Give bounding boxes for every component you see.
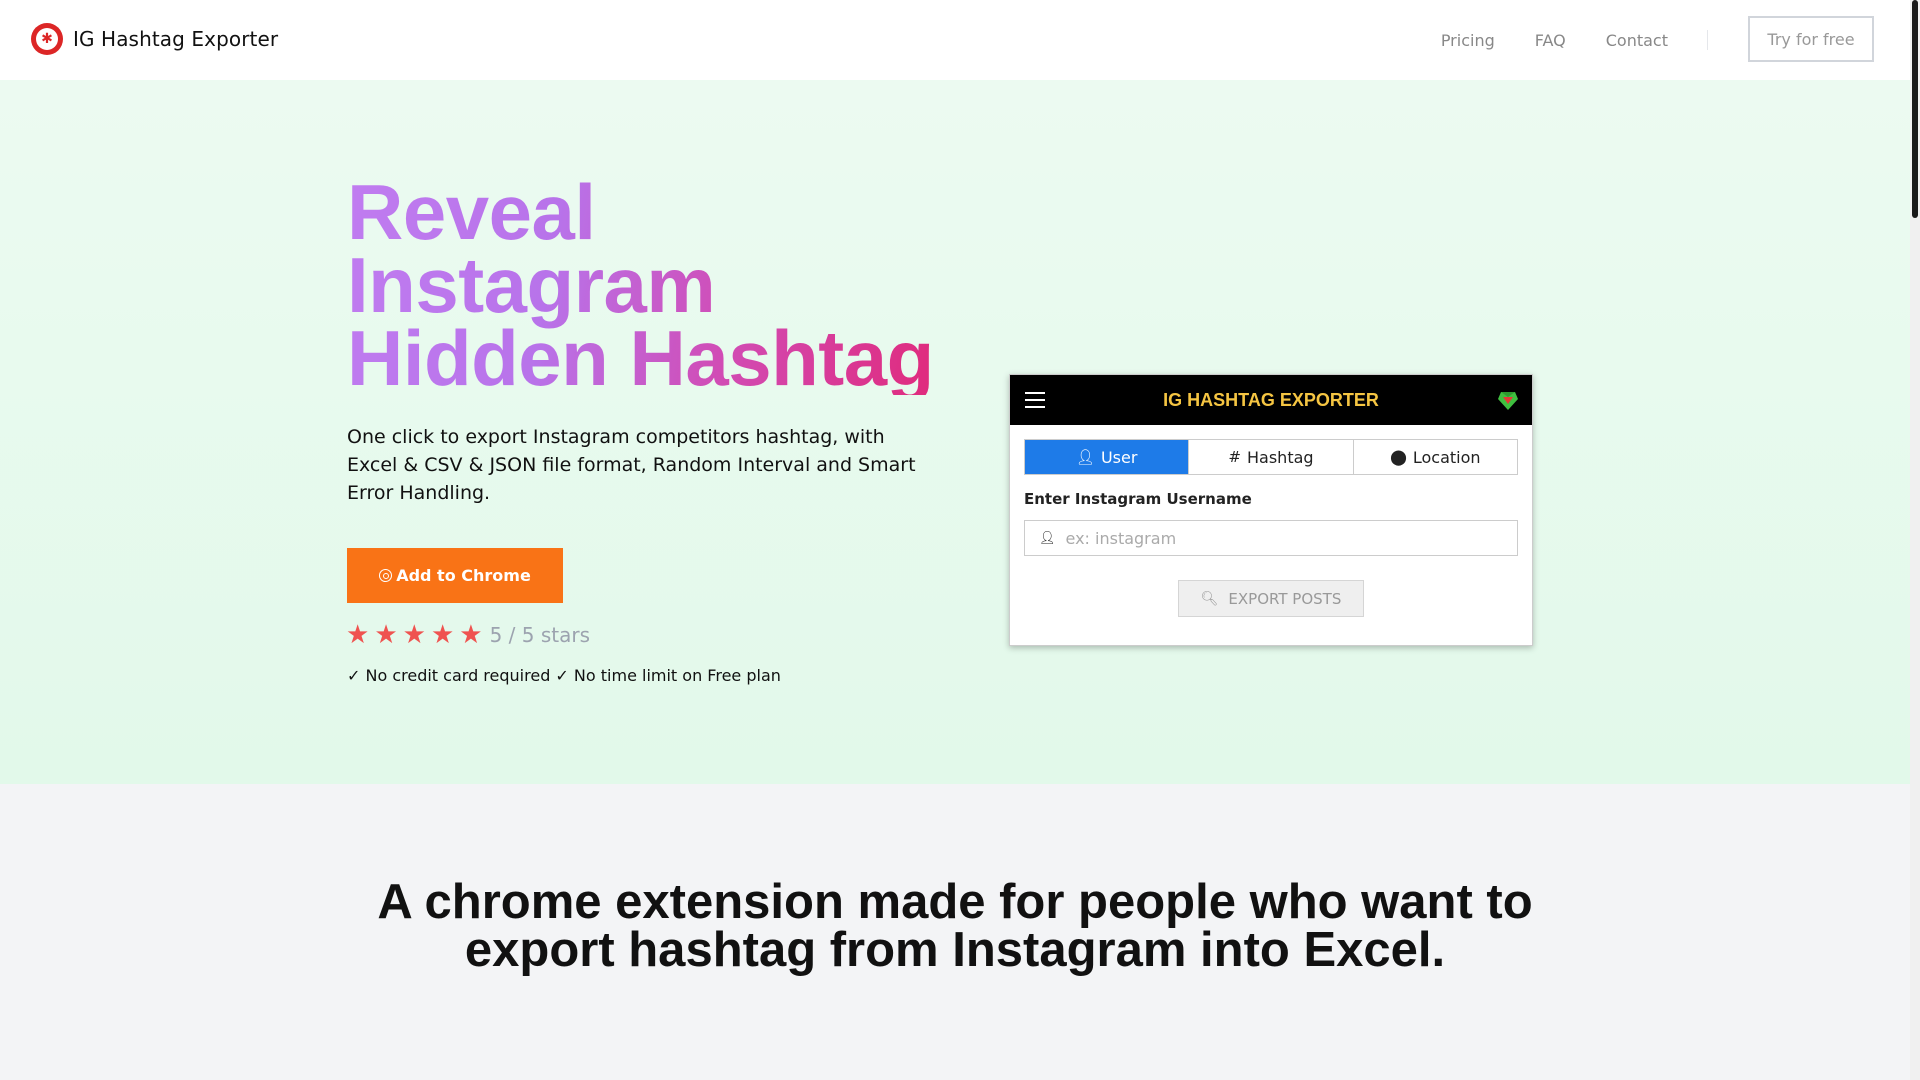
nav-link-faq[interactable]: FAQ	[1535, 31, 1566, 50]
tab-location[interactable]: ⬤ Location	[1352, 440, 1517, 474]
nav-divider	[1707, 30, 1708, 50]
hero-section: Reveal Instagram Hidden Hashtag One clic…	[0, 80, 1910, 784]
headline-line-3: Hidden Hashtag	[347, 314, 934, 402]
section-title: A chrome extension made for people who w…	[377, 875, 1533, 977]
add-to-chrome-label: Add to Chrome	[396, 566, 531, 585]
star-icon: ★	[430, 620, 455, 650]
star-icon: ★	[459, 620, 483, 650]
hashtag-icon: #	[1228, 448, 1241, 466]
widget-tabs: 👤︎ User # Hashtag ⬤ Location	[1024, 439, 1518, 475]
hero-headline: Reveal Instagram Hidden Hashtag	[347, 176, 934, 395]
brand-logo-icon: ✱	[31, 23, 63, 55]
heart-gem-icon[interactable]	[1496, 389, 1520, 411]
chrome-icon	[379, 569, 393, 582]
extension-preview: IG HASHTAG EXPORTER 👤︎ User # Hashtag ⬤ …	[1009, 374, 1533, 646]
username-label: Enter Instagram Username	[1024, 490, 1252, 508]
add-to-chrome-button[interactable]: Add to Chrome	[347, 548, 563, 603]
tab-hashtag-label: Hashtag	[1247, 447, 1314, 467]
location-pin-icon: ⬤	[1390, 448, 1407, 466]
hero-subtext: One click to export Instagram competitor…	[347, 426, 916, 504]
widget-title: IG HASHTAG EXPORTER	[1163, 389, 1379, 410]
star-icon: ★	[346, 620, 370, 650]
star-icon: ★	[374, 620, 398, 650]
person-icon: 👤︎	[1039, 530, 1056, 546]
star-rating: ★ ★ ★ ★ ★ 5 / 5 stars	[346, 622, 590, 648]
nav-link-contact[interactable]: Contact	[1606, 31, 1668, 50]
headline-line-2: Instagram	[347, 241, 716, 329]
brand-name: IG Hashtag Exporter	[73, 27, 279, 51]
rating-text: 5 / 5 stars	[489, 623, 590, 647]
page-scrollbar[interactable]	[1910, 0, 1920, 1080]
top-navbar: ✱ IG Hashtag Exporter Pricing FAQ Contac…	[0, 0, 1910, 80]
tab-location-label: Location	[1412, 447, 1481, 467]
brand[interactable]: ✱ IG Hashtag Exporter	[31, 23, 278, 55]
star-icon: ★	[402, 620, 426, 650]
nav-link-pricing[interactable]: Pricing	[1441, 31, 1495, 50]
export-posts-button[interactable]: 🔍︎ EXPORT POSTS	[1178, 580, 1364, 617]
user-icon: 👤︎	[1075, 448, 1095, 466]
hero-checks: ✓ No credit card required ✓ No time limi…	[347, 666, 781, 685]
tab-user[interactable]: 👤︎ User	[1025, 440, 1189, 474]
scrollbar-thumb[interactable]	[1912, 0, 1918, 218]
export-posts-label: EXPORT POSTS	[1228, 589, 1342, 608]
hamburger-menu-icon[interactable]	[1025, 392, 1045, 408]
try-for-free-button[interactable]: Try for free	[1748, 16, 1874, 62]
search-icon: 🔍︎	[1200, 590, 1219, 607]
username-input[interactable]	[1063, 527, 1508, 549]
tab-user-label: User	[1100, 447, 1138, 467]
widget-header: IG HASHTAG EXPORTER	[1010, 375, 1532, 425]
nav-links: Pricing FAQ Contact	[1401, 0, 1668, 80]
tab-hashtag[interactable]: # Hashtag	[1188, 440, 1352, 474]
username-field: 👤︎	[1024, 520, 1518, 556]
headline-line-1: Reveal	[347, 168, 596, 256]
